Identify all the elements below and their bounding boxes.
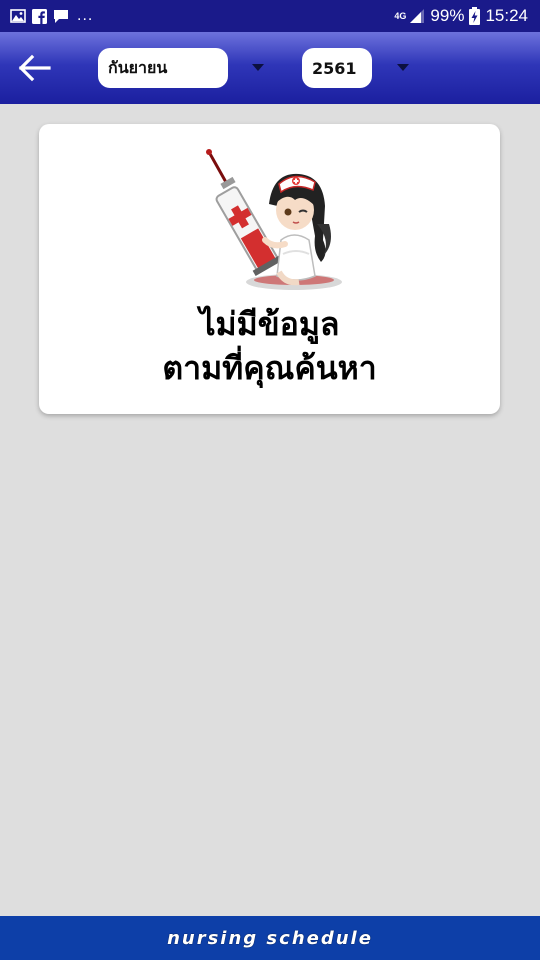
battery-percent: 99% [430,6,465,25]
month-select[interactable]: กันยายน [98,48,228,88]
footer-brand-text: nursing schedule [167,927,373,949]
year-dropdown-caret-icon[interactable] [397,64,409,71]
network-type-label: 4G [394,10,407,21]
facebook-icon [32,8,47,24]
empty-state-line-2: ตามที่คุณค้นหา [162,349,377,387]
image-icon [10,9,26,23]
year-select[interactable]: 2561 [302,48,372,88]
status-left: ... [10,6,93,26]
month-select-value: กันยายน [108,57,168,77]
month-dropdown-caret-icon[interactable] [252,64,264,71]
nurse-syringe-illustration [206,149,342,290]
clock: 15:24 [485,6,528,25]
status-bar: ... 4G 99% 15:24 [0,0,540,32]
signal-icon [410,9,425,23]
battery-charging-icon [469,7,481,25]
more-notifications-indicator: ... [77,7,94,24]
empty-state-line-1: ไม่มีข้อมูล [199,305,340,343]
status-right: 4G 99% 15:24 [394,5,528,27]
year-select-value: 2561 [312,58,357,78]
empty-state-message: ไม่มีข้อมูล ตามที่คุณค้นหา [39,302,500,390]
message-icon [54,9,68,23]
app-bar: กันยายน 2561 [0,32,540,104]
back-button[interactable] [12,46,56,90]
arrow-left-icon [18,54,51,82]
empty-state-card: ไม่มีข้อมูล ตามที่คุณค้นหา [39,124,500,414]
footer-bar: nursing schedule [0,916,540,960]
